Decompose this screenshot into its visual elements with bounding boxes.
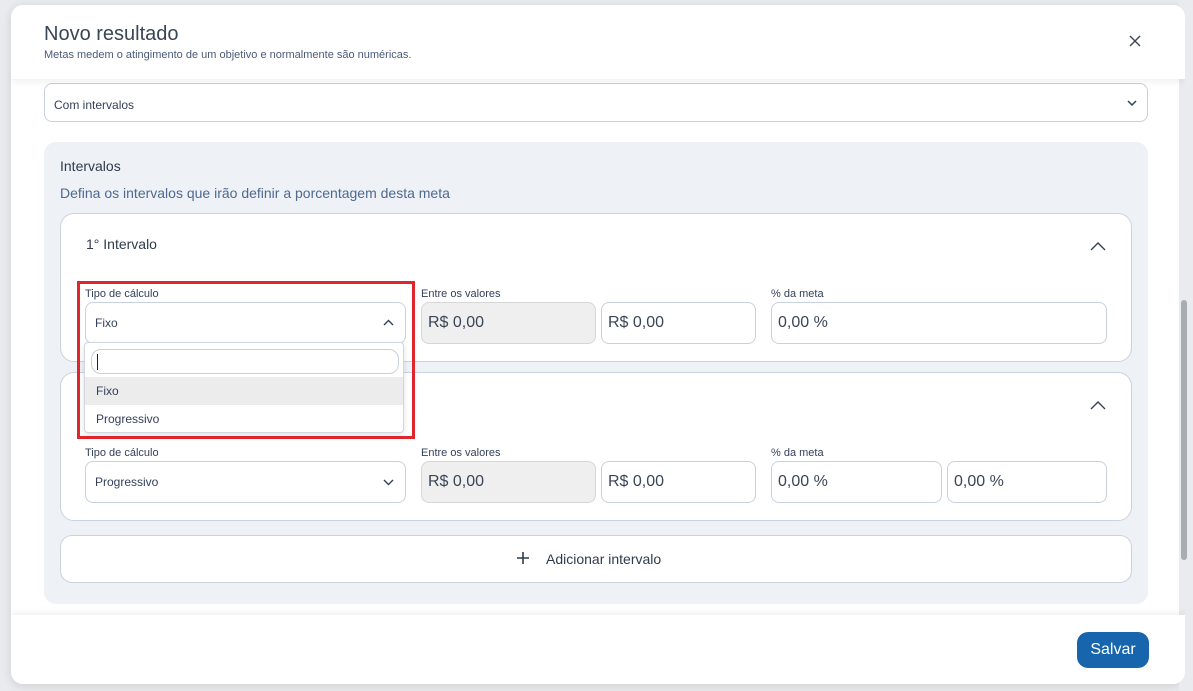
range-from-value: R$ 0,00 [428,473,485,490]
dropdown-option-progressivo[interactable]: Progressivo [85,405,403,433]
goal-percent-value: 0,00 % [778,314,828,331]
calc-type-dropdown: Fixo Progressivo [84,342,404,433]
goal-from-input[interactable]: 0,00 % [771,461,942,503]
range-to-input[interactable]: R$ 0,00 [601,302,756,344]
interval-mode-value: Com intervalos [54,98,135,112]
goal-to-value: 0,00 % [954,473,1004,490]
save-button[interactable]: Salvar [1077,632,1149,668]
modal-header: Novo resultado Metas medem o atingimento… [11,5,1185,79]
modal-title: Novo resultado [44,23,179,45]
dropdown-option-label: Fixo [96,384,119,398]
goal-to-input[interactable]: 0,00 % [947,461,1107,503]
intervals-title: Intervalos [60,158,121,174]
calc-type-select[interactable]: Progressivo [85,461,406,503]
chevron-down-icon [1127,100,1137,107]
intervals-description: Defina os intervalos que irão definir a … [60,185,450,201]
dropdown-search-input[interactable] [91,349,399,374]
interval-card-title: 1° Intervalo [86,236,157,252]
goal-percent-label: % da meta [771,447,824,459]
range-label: Entre os valores [421,288,501,300]
dropdown-option-label: Progressivo [96,412,160,426]
calc-type-select[interactable]: Fixo [85,302,406,344]
calc-type-value: Progressivo [95,475,159,489]
goal-percent-input[interactable]: 0,00 % [771,302,1107,344]
range-to-value: R$ 0,00 [608,473,665,490]
dropdown-option-fixo[interactable]: Fixo [85,377,403,405]
interval-mode-select[interactable]: Com intervalos [44,83,1148,122]
chevron-up-icon[interactable] [1089,239,1107,253]
goal-from-value: 0,00 % [778,473,828,490]
scrollbar-thumb[interactable] [1181,300,1187,560]
chevron-up-icon[interactable] [1089,398,1107,412]
goal-percent-label: % da meta [771,288,824,300]
calc-type-label: Tipo de cálculo [85,447,159,459]
range-to-input[interactable]: R$ 0,00 [601,461,756,503]
calc-type-label: Tipo de cálculo [85,288,159,300]
chevron-up-icon [383,319,394,326]
modal-footer: Salvar [11,615,1185,684]
close-icon[interactable] [1125,31,1145,51]
calc-type-value: Fixo [95,316,118,330]
range-label: Entre os valores [421,447,501,459]
range-from-input: R$ 0,00 [421,302,596,344]
add-interval-label: Adicionar intervalo [546,551,662,567]
interval-card-1: 1° Intervalo Tipo de cálculo Fixo Entre … [60,213,1132,362]
modal-subtitle: Metas medem o atingimento de um objetivo… [44,49,412,61]
modal-body[interactable]: Com intervalos Intervalos Defina os inte… [11,5,1185,615]
plus-icon [517,552,529,564]
range-from-value: R$ 0,00 [428,314,485,331]
chevron-down-icon [383,479,394,486]
text-caret [97,354,98,370]
range-from-input: R$ 0,00 [421,461,596,503]
add-interval-button[interactable]: Adicionar intervalo [60,535,1132,583]
range-to-value: R$ 0,00 [608,314,665,331]
